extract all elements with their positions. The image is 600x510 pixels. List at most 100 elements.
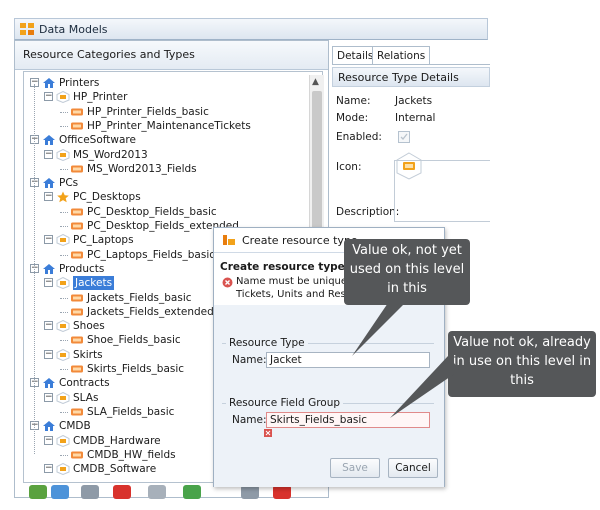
remove-icon[interactable] xyxy=(273,485,291,499)
star-icon xyxy=(57,191,69,203)
tree-node-ms-word2013-fields[interactable]: MS_Word2013_Fields xyxy=(24,162,314,176)
category-icon xyxy=(43,178,55,189)
scroll-up-icon[interactable]: ▲ xyxy=(312,77,319,87)
resource-type-name-label: Name: xyxy=(232,354,267,366)
field-group-icon xyxy=(71,336,83,344)
field-group-icon xyxy=(71,108,83,116)
tree-node-label: PC_Desktops xyxy=(73,191,141,204)
field-group-icon xyxy=(71,165,83,173)
tree-node-pcs[interactable]: − PCs xyxy=(24,176,314,190)
field-group-icon xyxy=(71,208,83,216)
tree-node-label: Printers xyxy=(59,77,100,89)
collapse-toggle-icon[interactable]: − xyxy=(44,464,53,474)
callout-value-ok: Value ok, not yet used on this level in … xyxy=(344,239,470,305)
tree-node-hp-printer-fields-basic[interactable]: HP_Printer_Fields_basic xyxy=(24,105,314,119)
category-icon xyxy=(43,78,55,88)
group-label-field-group: Resource Field Group xyxy=(226,397,344,409)
resource-type-icon xyxy=(56,434,70,447)
category-icon xyxy=(43,378,55,389)
collapse-toggle-icon[interactable]: − xyxy=(44,349,53,359)
cancel-button[interactable]: Cancel xyxy=(388,458,438,478)
callout-ok-pointer xyxy=(352,300,408,356)
tree-node-label: PC_Desktop_Fields_basic xyxy=(87,205,217,218)
tab-relations[interactable]: Relations xyxy=(372,46,431,65)
tree-node-label: PC_Laptops xyxy=(73,234,134,247)
tree-node-hp-printer-maintenancetickets[interactable]: HP_Printer_MaintenanceTickets xyxy=(24,119,314,133)
tree-connector xyxy=(60,125,68,127)
resource-type-icon xyxy=(56,348,70,361)
edit-icon[interactable] xyxy=(81,485,99,499)
tree-connector xyxy=(60,454,68,456)
dialog-icon xyxy=(223,235,235,245)
add-type-icon[interactable] xyxy=(51,485,69,499)
field-group-icon xyxy=(71,222,83,230)
settings-icon[interactable] xyxy=(241,485,259,499)
collapse-toggle-icon[interactable]: − xyxy=(44,235,53,245)
collapse-toggle-icon[interactable]: − xyxy=(44,149,53,159)
description-field[interactable] xyxy=(394,160,490,222)
tree-node-pc-desktops[interactable]: − PC_Desktops xyxy=(24,190,314,204)
tree-node-label: Products xyxy=(59,262,105,275)
tree-node-label: SLAs xyxy=(73,391,99,404)
tree-connector xyxy=(60,168,68,170)
add-category-icon[interactable] xyxy=(29,485,47,499)
field-error-icon xyxy=(264,429,272,437)
tree-node-label: Shoes xyxy=(73,320,105,333)
tree-node-pc-desktop-fields-basic[interactable]: PC_Desktop_Fields_basic xyxy=(24,205,314,219)
check-icon xyxy=(400,133,408,140)
panel-header: Resource Categories and Types xyxy=(15,41,328,70)
callout-bad-pointer xyxy=(390,356,460,418)
export-icon[interactable] xyxy=(183,485,201,499)
callout-value-not-ok: Value not ok, already in use on this lev… xyxy=(448,331,596,397)
resource-type-icon xyxy=(56,91,70,104)
tree-node-label: Skirts_Fields_basic xyxy=(87,363,185,375)
tree-connector xyxy=(60,211,68,213)
tree-node-ms-word2013[interactable]: − MS_Word2013 xyxy=(24,148,314,162)
error-icon xyxy=(222,277,233,288)
collapse-toggle-icon[interactable]: − xyxy=(44,92,53,102)
data-models-icon xyxy=(20,23,34,35)
mode-label: Mode: xyxy=(336,112,369,124)
field-group-icon xyxy=(71,365,83,373)
tab-divider xyxy=(332,64,490,65)
dialog-heading: Create resource type xyxy=(220,261,345,273)
tree-node-label: Jackets_Fields_extended xyxy=(87,305,214,318)
tree-node-label: Jackets_Fields_basic xyxy=(87,291,192,304)
tree-node-printers[interactable]: − Printers xyxy=(24,76,314,90)
tree-node-label: PC_Laptops_Fields_basic xyxy=(87,248,216,261)
enabled-checkbox[interactable] xyxy=(398,131,410,143)
tree-connector xyxy=(60,111,68,113)
tree-node-label: CMDB xyxy=(59,420,91,433)
window-title-bar: Data Models xyxy=(14,18,488,40)
resource-type-icon xyxy=(56,148,70,161)
resource-type-icon xyxy=(56,320,70,333)
tree-connector xyxy=(60,411,68,413)
copy-icon[interactable] xyxy=(148,485,166,499)
tree-node-label: Jackets xyxy=(73,276,115,291)
name-label: Name: xyxy=(336,95,371,107)
collapse-toggle-icon[interactable]: − xyxy=(44,435,53,445)
field-group-icon xyxy=(71,122,83,130)
tree-node-label: MS_Word2013_Fields xyxy=(87,162,197,175)
category-icon xyxy=(43,421,55,432)
tree-node-hp-printer[interactable]: − HP_Printer xyxy=(24,90,314,104)
save-button[interactable]: Save xyxy=(330,458,380,478)
tree-node-officesoftware[interactable]: − OfficeSoftware xyxy=(24,133,314,147)
field-group-icon xyxy=(71,408,83,416)
tree-node-label: CMDB_Software xyxy=(73,463,157,476)
tree-node-label: HP_Printer_MaintenanceTickets xyxy=(87,119,251,132)
icon-label: Icon: xyxy=(336,161,362,173)
collapse-toggle-icon[interactable]: − xyxy=(44,192,53,202)
tree-node-label: PCs xyxy=(59,177,79,190)
collapse-toggle-icon[interactable]: − xyxy=(44,321,53,331)
collapse-toggle-icon[interactable]: − xyxy=(44,278,53,288)
mode-value: Internal xyxy=(395,112,436,124)
resource-type-icon xyxy=(56,277,70,290)
group-label-resource-type: Resource Type xyxy=(226,337,308,349)
tree-node-label: HP_Printer xyxy=(73,91,128,104)
delete-icon[interactable] xyxy=(113,485,131,499)
tree-node-label: CMDB_HW_fields xyxy=(87,448,176,461)
section-header: Resource Type Details xyxy=(332,67,490,87)
collapse-toggle-icon[interactable]: − xyxy=(44,392,53,402)
category-icon xyxy=(43,135,55,146)
